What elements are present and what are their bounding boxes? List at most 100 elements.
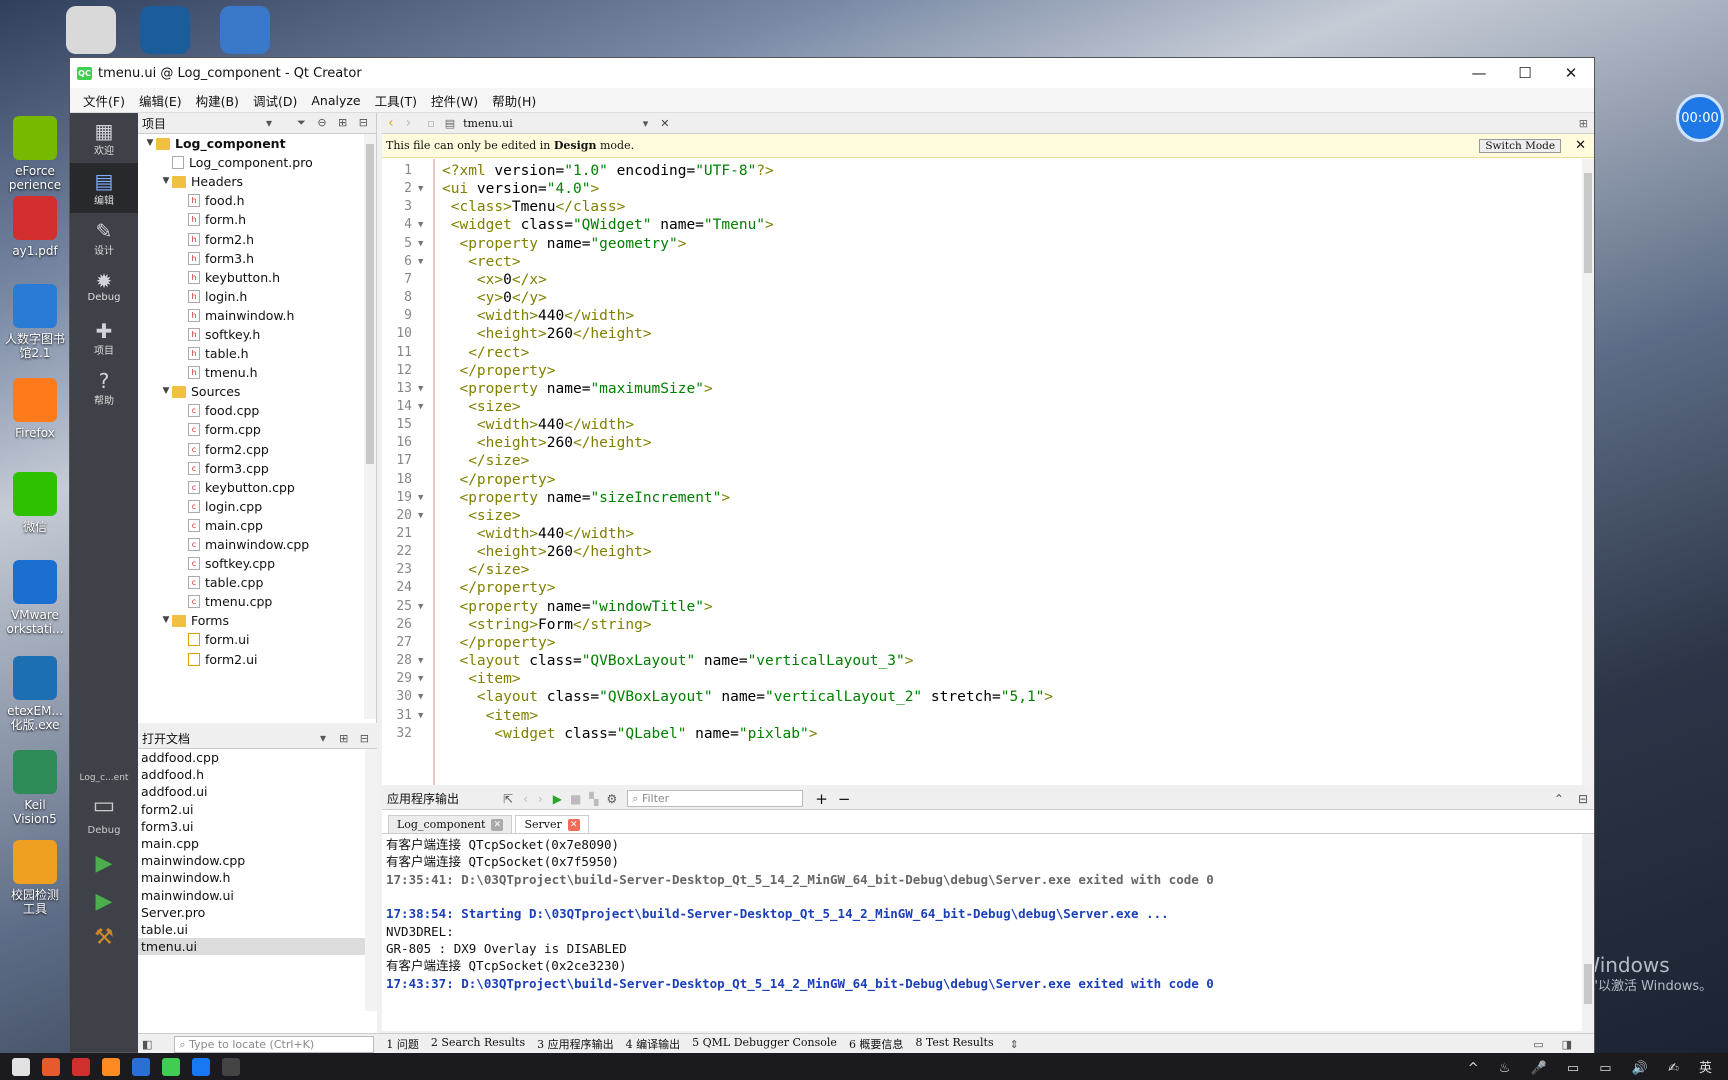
vmware-icon[interactable] xyxy=(132,1057,150,1076)
chevron-down-icon[interactable]: ▾ xyxy=(320,731,326,745)
status-tab[interactable]: 2 Search Results xyxy=(431,1036,525,1052)
tree-item[interactable]: c tmenu.cpp xyxy=(138,592,376,611)
desktop-icon[interactable]: VMware orkstati... xyxy=(0,560,70,636)
output-tab[interactable]: Log_component ✕ xyxy=(388,815,513,833)
tree-item[interactable]: form2.ui xyxy=(138,650,376,669)
mode-4[interactable]: ✹ Debug xyxy=(70,263,138,313)
right-sidebar-toggle-icon[interactable]: ◨ xyxy=(1562,1038,1572,1051)
current-file-selector[interactable]: tmenu.ui xyxy=(463,117,513,130)
status-tab[interactable]: 8 Test Results xyxy=(915,1036,993,1052)
more-tabs-icon[interactable]: ⇕ xyxy=(1010,1038,1019,1051)
panel-tool-icons[interactable]: ⊞ ⊟ xyxy=(339,732,373,745)
tree-item[interactable]: Log_component.pro xyxy=(138,153,376,172)
code-view[interactable]: 1 <?xml version="1.0" encoding="UTF-8"?> 2… xyxy=(382,159,1582,785)
tree-item[interactable]: c keybutton.cpp xyxy=(138,478,376,497)
tree-item[interactable]: h form.h xyxy=(138,210,376,229)
desktop-icon[interactable]: ay1.pdf xyxy=(0,196,70,258)
taskbar-app-icon[interactable] xyxy=(72,1057,90,1076)
tree-item[interactable]: h mainwindow.h xyxy=(138,306,376,325)
run-icon[interactable]: ▶ xyxy=(553,792,562,806)
minimize-icon[interactable]: — xyxy=(1456,64,1502,82)
open-doc-item[interactable]: tmenu.ui xyxy=(138,938,377,956)
fold-arrow-icon[interactable]: ▼ xyxy=(418,215,428,235)
status-tab[interactable]: 1 问题 xyxy=(386,1036,419,1052)
fold-arrow-icon[interactable]: ▼ xyxy=(418,488,428,508)
mode-6[interactable]: ? 帮助 xyxy=(70,363,138,413)
taskbar-app-icon[interactable] xyxy=(12,1057,30,1076)
chevron-down-icon[interactable]: ▾ xyxy=(643,117,649,130)
debug-run-icon[interactable]: ▶ xyxy=(70,889,138,914)
tree-item[interactable]: h table.h xyxy=(138,344,376,363)
add-icon[interactable]: + xyxy=(815,790,828,808)
stop-icon[interactable]: ■ xyxy=(570,792,581,806)
desktop-icon[interactable]: 微信 xyxy=(0,472,70,534)
timer-widget[interactable]: 00:00 xyxy=(1676,94,1724,142)
close-panel-icon[interactable]: ⊟ xyxy=(1578,792,1588,806)
tree-item[interactable]: h form3.h xyxy=(138,249,376,268)
taskbar-app-icon[interactable] xyxy=(192,1057,210,1076)
open-doc-item[interactable]: mainwindow.ui xyxy=(138,887,377,904)
project-tree-scrollbar[interactable] xyxy=(364,134,376,719)
locate-input[interactable]: ⌕ Type to locate (Ctrl+K) xyxy=(174,1035,375,1053)
open-doc-item[interactable]: addfood.ui xyxy=(138,783,377,800)
tree-item[interactable]: c main.cpp xyxy=(138,516,376,535)
run-icon[interactable]: ▶ xyxy=(70,851,138,876)
fold-arrow-icon[interactable]: ▼ xyxy=(418,397,428,417)
mode-2[interactable]: ▤ 编辑 xyxy=(70,163,138,213)
split-icon[interactable]: ⊞ xyxy=(1579,117,1588,130)
menu-item[interactable]: 文件(F) xyxy=(76,91,132,110)
status-tab[interactable]: 6 概要信息 xyxy=(849,1036,904,1052)
chevron-down-icon[interactable]: ▾ xyxy=(266,116,272,130)
taskbar-app-icon[interactable] xyxy=(42,1057,60,1076)
tree-item[interactable]: c mainwindow.cpp xyxy=(138,535,376,554)
desktop-icon[interactable]: 校园检测 工具 xyxy=(0,840,70,916)
output-toggle-icon[interactable]: ▭ xyxy=(1533,1038,1543,1051)
tree-item[interactable]: h form2.h xyxy=(138,229,376,248)
desktop-icon[interactable]: Firefox xyxy=(0,378,70,440)
tree-item[interactable]: ▼ Log_component xyxy=(138,134,376,153)
menu-item[interactable]: 帮助(H) xyxy=(485,91,543,110)
tree-item[interactable]: ▼ Sources xyxy=(138,382,376,401)
tree-item[interactable]: h tmenu.h xyxy=(138,363,376,382)
fold-arrow-icon[interactable]: ▼ xyxy=(418,687,428,707)
fold-arrow-icon[interactable]: ▼ xyxy=(418,597,428,617)
menu-item[interactable]: 工具(T) xyxy=(368,91,424,110)
system-tray[interactable]: ^ ♨ 🎤 ▭ ▭ 🔊 ✍ 英 xyxy=(1468,1057,1728,1076)
maximize-panel-icon[interactable]: ⌃ xyxy=(1554,792,1564,806)
tree-item[interactable]: c form3.cpp xyxy=(138,459,376,478)
desktop-app-icon[interactable] xyxy=(220,6,270,54)
close-icon[interactable]: ✕ xyxy=(1575,138,1586,153)
tree-item[interactable]: ▼ Forms xyxy=(138,611,376,630)
open-doc-item[interactable]: Server.pro xyxy=(138,904,377,921)
open-doc-item[interactable]: main.cpp xyxy=(138,835,377,852)
menu-item[interactable]: Analyze xyxy=(304,93,367,108)
open-doc-item[interactable]: form3.ui xyxy=(138,818,377,835)
forward-arrow-icon[interactable]: › xyxy=(406,115,412,131)
fold-arrow-icon[interactable]: ▼ xyxy=(418,669,428,689)
desktop-app-icon[interactable] xyxy=(140,6,190,54)
desktop-icon[interactable]: eForce perience xyxy=(0,116,70,192)
status-tab[interactable]: 3 应用程序输出 xyxy=(537,1036,614,1052)
tree-item[interactable]: c login.cpp xyxy=(138,497,376,516)
mode-3[interactable]: ✎ 设计 xyxy=(70,213,138,263)
mode-5[interactable]: ✚ 项目 xyxy=(70,313,138,363)
fold-arrow-icon[interactable]: ▼ xyxy=(418,252,428,272)
close-icon[interactable]: ✕ xyxy=(491,818,504,831)
status-tab[interactable]: 4 编译输出 xyxy=(626,1036,681,1052)
tree-item[interactable]: h softkey.h xyxy=(138,325,376,344)
tree-item[interactable]: c table.cpp xyxy=(138,573,376,592)
fold-arrow-icon[interactable]: ▼ xyxy=(418,506,428,526)
menu-item[interactable]: 构建(B) xyxy=(189,91,246,110)
tree-item[interactable]: c form.cpp xyxy=(138,420,376,439)
open-docs-scrollbar[interactable] xyxy=(365,749,377,1011)
menu-item[interactable]: 控件(W) xyxy=(424,91,485,110)
next-icon[interactable]: › xyxy=(538,792,543,806)
tree-item[interactable]: c form2.cpp xyxy=(138,440,376,459)
monitor-icon[interactable]: ▭ xyxy=(70,791,138,819)
qt-creator-icon[interactable] xyxy=(162,1057,180,1076)
menu-item[interactable]: 调试(D) xyxy=(246,91,304,110)
desktop-icon[interactable]: 人数字图书 馆2.1 xyxy=(0,284,70,360)
firefox-icon[interactable] xyxy=(102,1057,120,1076)
menu-item[interactable]: 编辑(E) xyxy=(132,91,189,110)
clear-icon[interactable]: ⇱ xyxy=(503,792,513,806)
